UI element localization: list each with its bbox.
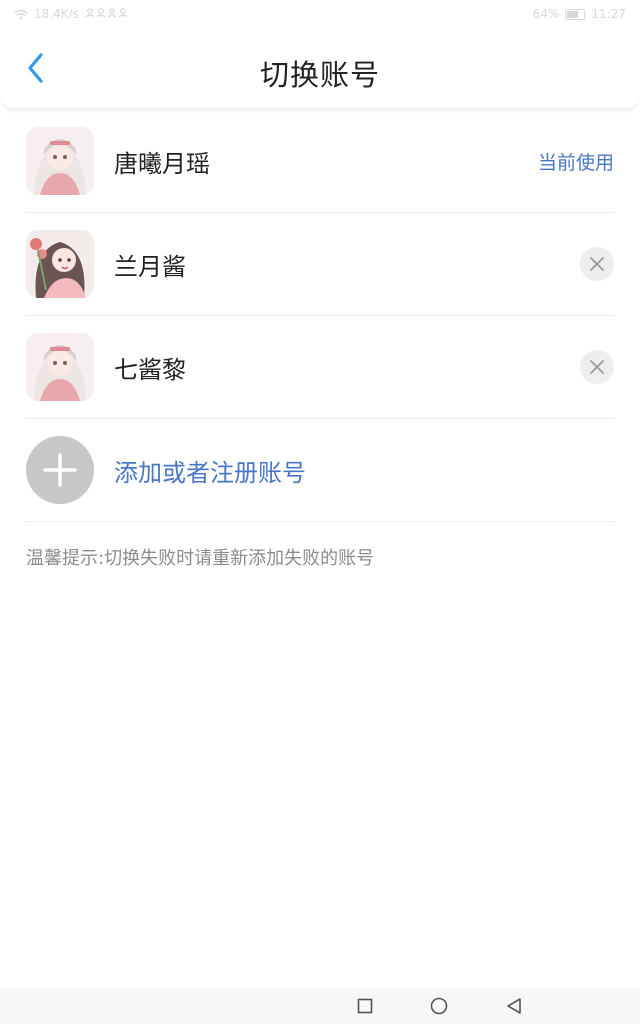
person-icon: [85, 8, 128, 18]
square-icon: [357, 998, 373, 1014]
account-row-current[interactable]: 唐曦月瑶 当前使用: [26, 110, 614, 213]
account-row[interactable]: 七酱黎: [26, 316, 614, 419]
current-account-label: 当前使用: [537, 151, 614, 174]
circle-icon: [430, 997, 448, 1015]
wifi-icon: [14, 9, 28, 19]
add-account-circle: [26, 436, 94, 504]
remove-account-button[interactable]: [580, 350, 614, 384]
status-right: 64% 11:27: [533, 7, 626, 21]
close-icon: [590, 360, 604, 374]
back-nav-button[interactable]: [504, 996, 524, 1016]
network-speed: 18.4K/s: [34, 7, 79, 21]
recent-apps-button[interactable]: [355, 996, 375, 1016]
switch-account-screen: 18.4K/s 64% 11:27 切换账号 唐曦月瑶 当前使用 兰月酱 七酱黎…: [0, 0, 640, 1024]
home-button[interactable]: [429, 996, 449, 1016]
account-name: 七酱黎: [114, 355, 186, 384]
remove-account-button[interactable]: [580, 247, 614, 281]
add-account-button[interactable]: 添加或者注册账号: [26, 419, 614, 522]
notification-icons: [85, 7, 129, 21]
close-icon: [590, 257, 604, 271]
add-account-label: 添加或者注册账号: [114, 458, 306, 487]
account-list: 唐曦月瑶 当前使用 兰月酱 七酱黎 添加或者注册账号: [26, 110, 614, 522]
account-name: 唐曦月瑶: [114, 149, 210, 178]
status-left: 18.4K/s: [14, 7, 129, 21]
avatar: [26, 127, 94, 195]
battery-percent: 64%: [532, 7, 560, 21]
status-bar: 18.4K/s 64% 11:27: [0, 0, 640, 28]
battery-icon: [565, 8, 586, 20]
page-title: 切换账号: [259, 58, 380, 92]
header-bar: 切换账号: [0, 28, 640, 109]
triangle-back-icon: [507, 998, 521, 1014]
account-row[interactable]: 兰月酱: [26, 213, 614, 316]
tip-text: 温馨提示:切换失败时请重新添加失败的账号: [26, 548, 375, 569]
avatar: [26, 230, 94, 298]
clock: 11:27: [591, 7, 626, 21]
account-name: 兰月酱: [114, 252, 186, 281]
navigation-bar: [0, 988, 640, 1024]
plus-icon: [43, 453, 77, 487]
avatar: [26, 333, 94, 401]
